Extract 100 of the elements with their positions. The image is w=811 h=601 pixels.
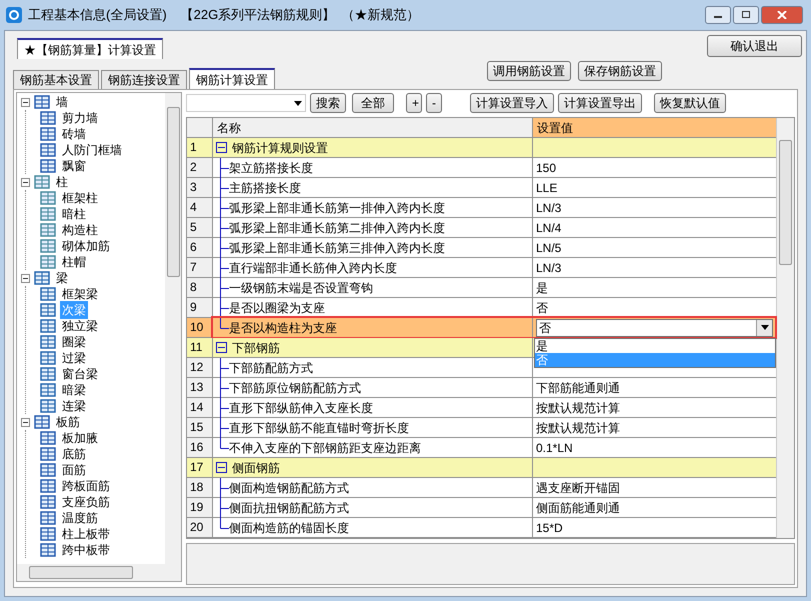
dropdown-option[interactable]: 是 bbox=[535, 339, 775, 353]
tree-item[interactable]: 剪力墙 bbox=[60, 109, 100, 127]
tree-item[interactable]: 连梁 bbox=[60, 397, 88, 415]
collapse-icon[interactable] bbox=[21, 98, 30, 106]
collapse-icon[interactable] bbox=[21, 418, 30, 426]
row-number[interactable]: 15 bbox=[187, 418, 213, 437]
tree-item[interactable]: 梁 bbox=[54, 269, 70, 287]
collapse-icon[interactable] bbox=[216, 342, 227, 353]
tree-item[interactable]: 墙 bbox=[54, 93, 70, 111]
tree-item[interactable]: 框架梁 bbox=[60, 285, 100, 303]
component-icon bbox=[40, 351, 56, 365]
settings-tab[interactable]: ★【钢筋算量】计算设置 bbox=[17, 38, 163, 59]
group-name: 钢筋计算规则设置 bbox=[232, 140, 328, 156]
tree-item[interactable]: 板加腋 bbox=[60, 429, 100, 447]
vertical-scrollbar[interactable] bbox=[165, 93, 181, 564]
maximize-button[interactable] bbox=[733, 6, 759, 24]
export-button[interactable]: 计算设置导出 bbox=[558, 93, 642, 113]
tree-connector bbox=[220, 378, 229, 398]
setting-name: 主筋搭接长度 bbox=[229, 180, 301, 196]
tree-item[interactable]: 砌体加筋 bbox=[60, 237, 112, 255]
confirm-exit-button[interactable]: 确认退出 bbox=[707, 35, 802, 57]
minimize-button[interactable] bbox=[705, 6, 731, 24]
row-number[interactable]: 3 bbox=[187, 178, 213, 197]
tree-item[interactable]: 独立梁 bbox=[60, 317, 100, 335]
tree-item[interactable]: 暗柱 bbox=[60, 205, 88, 223]
tree-item[interactable]: 暗梁 bbox=[60, 381, 88, 399]
tree-item[interactable]: 框架柱 bbox=[60, 189, 100, 207]
setting-name: 下部筋原位钢筋配筋方式 bbox=[229, 380, 361, 396]
row-number[interactable]: 13 bbox=[187, 378, 213, 397]
row-number[interactable]: 16 bbox=[187, 438, 213, 457]
group-name: 侧面钢筋 bbox=[232, 460, 280, 476]
value-dropdown[interactable]: 否 bbox=[536, 318, 773, 336]
row-number[interactable]: 20 bbox=[187, 518, 213, 537]
tree-item[interactable]: 板筋 bbox=[54, 413, 82, 431]
setting-value: LLE bbox=[536, 180, 558, 196]
tree-item[interactable]: 人防门框墙 bbox=[60, 141, 124, 159]
setting-name: 弧形梁上部非通长筋第二排伸入跨内长度 bbox=[229, 220, 445, 236]
tree-item[interactable]: 窗台梁 bbox=[60, 365, 100, 383]
tree-item[interactable]: 温度筋 bbox=[60, 509, 100, 527]
tree-connector bbox=[220, 478, 229, 498]
tree-item[interactable]: 底筋 bbox=[60, 445, 88, 463]
all-button[interactable]: 全部 bbox=[352, 93, 394, 113]
tree-item[interactable]: 面筋 bbox=[60, 461, 88, 479]
tree-item[interactable]: 过梁 bbox=[60, 349, 88, 367]
collapse-icon[interactable] bbox=[216, 142, 227, 153]
vertical-scrollbar[interactable] bbox=[776, 118, 794, 538]
close-icon bbox=[777, 11, 787, 19]
settings-tab[interactable]: 钢筋基本设置 bbox=[13, 70, 99, 89]
row-number[interactable]: 5 bbox=[187, 218, 213, 237]
row-number[interactable]: 2 bbox=[187, 158, 213, 177]
setting-value: LN/3 bbox=[536, 200, 562, 216]
collapse-icon[interactable] bbox=[21, 178, 30, 186]
row-number[interactable]: 4 bbox=[187, 198, 213, 217]
tree-item[interactable]: 砖墙 bbox=[60, 125, 88, 143]
component-icon bbox=[40, 111, 56, 125]
component-icon bbox=[40, 383, 56, 397]
component-icon bbox=[40, 303, 56, 317]
tree-item[interactable]: 跨中板带 bbox=[60, 541, 112, 559]
component-icon bbox=[40, 527, 56, 541]
dropdown-value: 否 bbox=[539, 320, 551, 336]
tree-item[interactable]: 构造柱 bbox=[60, 221, 100, 239]
search-button[interactable]: 搜索 bbox=[310, 93, 346, 113]
row-number[interactable]: 18 bbox=[187, 478, 213, 497]
row-number[interactable]: 6 bbox=[187, 238, 213, 257]
tree-item[interactable]: 圈梁 bbox=[60, 333, 88, 351]
horizontal-scrollbar[interactable] bbox=[17, 564, 181, 581]
tree-item[interactable]: 柱帽 bbox=[60, 253, 88, 271]
settings-button[interactable]: 调用钢筋设置 bbox=[487, 61, 571, 81]
tree-item[interactable]: 跨板面筋 bbox=[60, 477, 112, 495]
collapse-icon[interactable] bbox=[21, 274, 30, 282]
settings-button[interactable]: 保存钢筋设置 bbox=[578, 61, 662, 81]
tree-connector bbox=[220, 238, 229, 258]
collapse-icon[interactable] bbox=[216, 462, 227, 473]
row-number[interactable]: 7 bbox=[187, 258, 213, 277]
setting-value: 遇支座断开锚固 bbox=[536, 480, 620, 496]
setting-name: 下部筋配筋方式 bbox=[229, 360, 313, 376]
collapse-all-button[interactable]: - bbox=[426, 93, 442, 113]
component-icon bbox=[40, 399, 56, 413]
settings-tab[interactable]: 钢筋计算设置 bbox=[189, 68, 275, 89]
tree-item[interactable]: 支座负筋 bbox=[60, 493, 112, 511]
setting-value: 0.1*LN bbox=[536, 440, 573, 456]
search-combo-field[interactable] bbox=[186, 94, 306, 112]
row-number[interactable]: 8 bbox=[187, 278, 213, 297]
row-number[interactable]: 19 bbox=[187, 498, 213, 517]
setting-value: 按默认规范计算 bbox=[536, 420, 620, 436]
tree-item[interactable]: 飘窗 bbox=[60, 157, 88, 175]
row-number[interactable]: 12 bbox=[187, 358, 213, 377]
column-header[interactable]: 设置值 bbox=[533, 118, 776, 137]
tree-item[interactable]: 柱上板带 bbox=[60, 525, 112, 543]
component-icon bbox=[40, 223, 56, 237]
import-button[interactable]: 计算设置导入 bbox=[470, 93, 554, 113]
tree-item[interactable]: 柱 bbox=[54, 173, 70, 191]
row-number[interactable]: 14 bbox=[187, 398, 213, 417]
close-button[interactable] bbox=[761, 6, 803, 24]
row-number[interactable]: 9 bbox=[187, 298, 213, 317]
reset-button[interactable]: 恢复默认值 bbox=[654, 93, 726, 113]
setting-value: LN/4 bbox=[536, 220, 562, 236]
settings-tab[interactable]: 钢筋连接设置 bbox=[101, 70, 187, 89]
expand-all-button[interactable]: + bbox=[406, 93, 422, 113]
app-logo-icon bbox=[6, 7, 22, 23]
